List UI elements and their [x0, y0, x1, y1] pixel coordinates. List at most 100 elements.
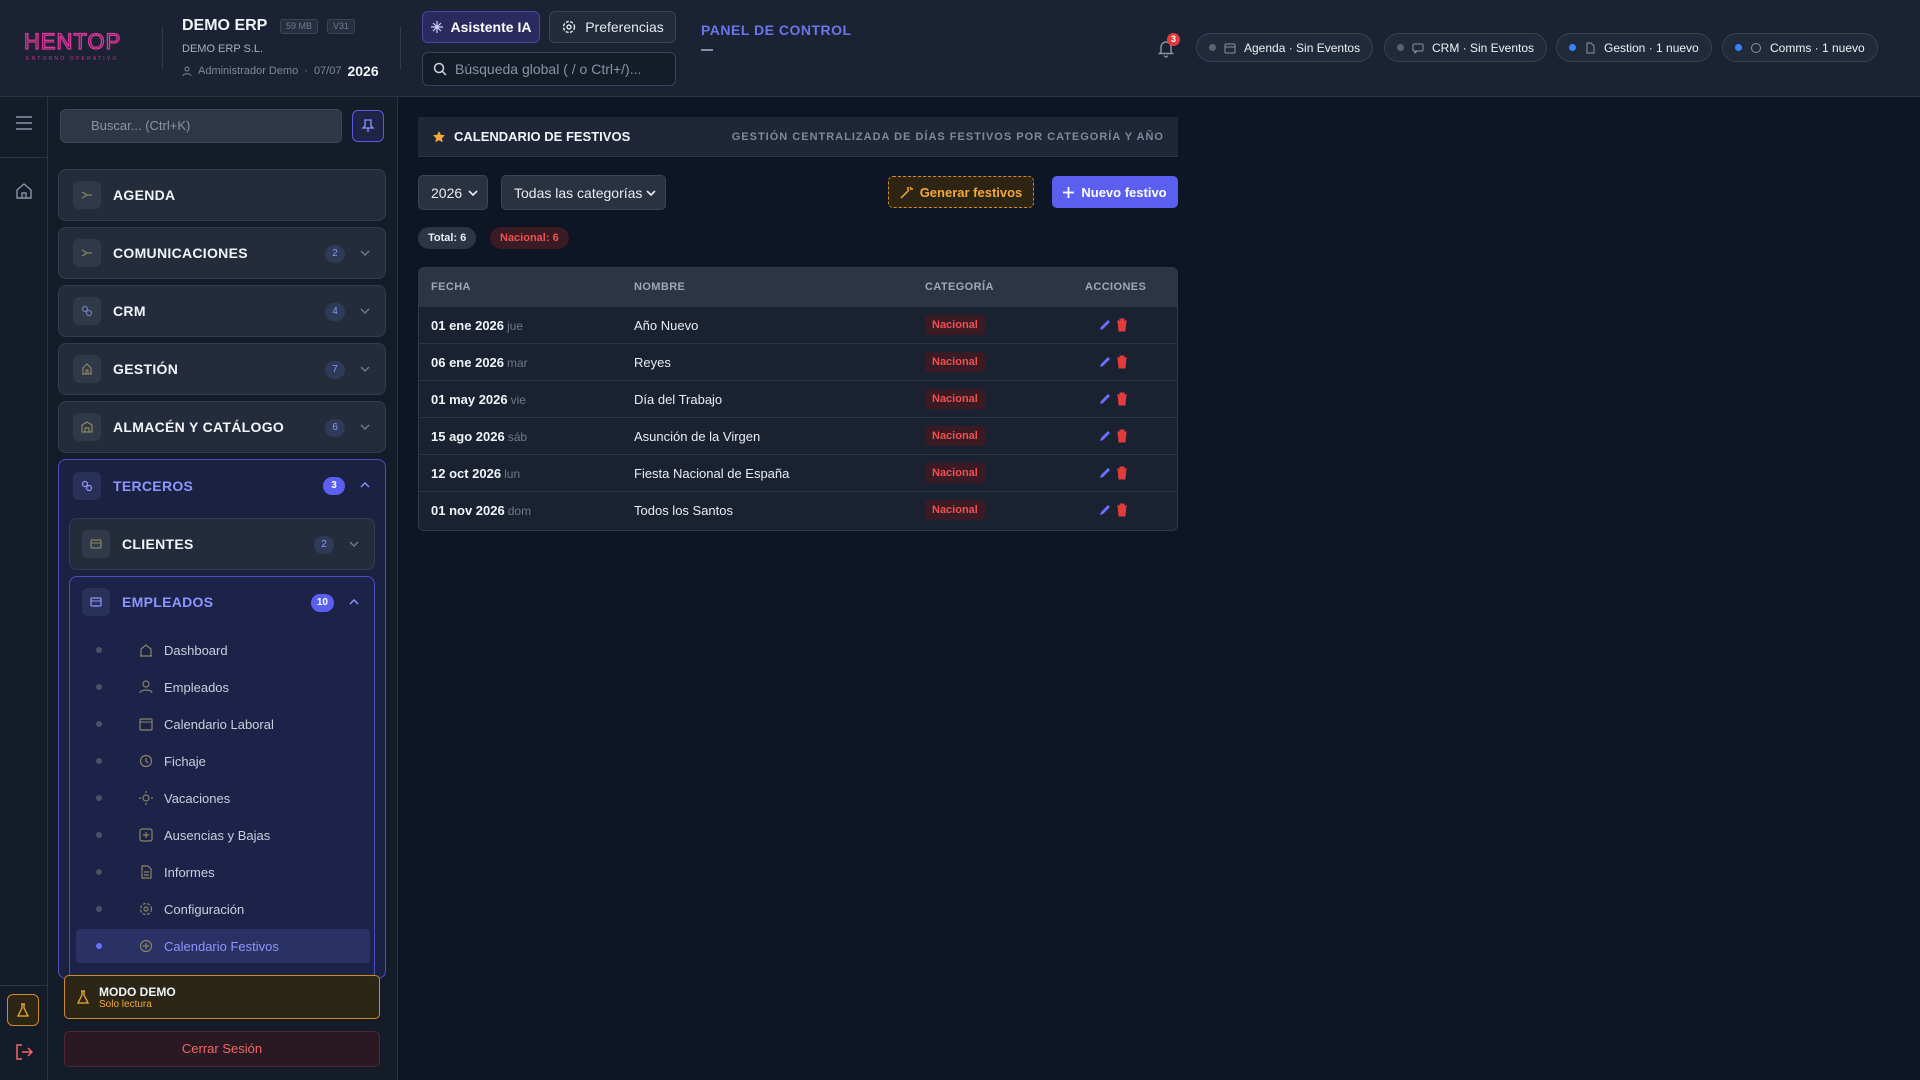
table-row[interactable]: 12 oct 2026 lun Fiesta Nacional de España…: [419, 454, 1177, 491]
current-date: 07/07: [313, 65, 342, 77]
category-select-value: Todas las categorías: [514, 184, 643, 201]
weekday: dom: [507, 504, 532, 518]
status-pill-label: CRM · Sin Eventos: [1432, 40, 1535, 55]
status-pill-crm[interactable]: CRM · Sin Eventos: [1384, 33, 1548, 62]
generate-holidays-button[interactable]: Generar festivos: [888, 176, 1034, 208]
hentop-logo[interactable]: HENTOP ENTORNO OPERATIVO: [22, 28, 142, 62]
sidebar-section-gestion[interactable]: GESTIÓN 7: [58, 343, 386, 395]
nav-item-configuracion[interactable]: Configuración: [76, 892, 370, 926]
demo-mode-button[interactable]: [7, 994, 39, 1026]
delete-icon[interactable]: [1115, 392, 1129, 406]
sidebar: Buscar... (Ctrl+K) AGENDA COMUNICACIONES…: [48, 97, 398, 1080]
sidebar-section-comunicaciones[interactable]: COMUNICACIONES 2: [58, 227, 386, 279]
edit-icon[interactable]: [1098, 429, 1112, 443]
table-header: FECHA NOMBRE CATEGORÍA ACCIONES: [419, 268, 1177, 306]
status-pill-agenda[interactable]: Agenda · Sin Eventos: [1196, 33, 1374, 62]
date-cell: 01 ene 2026 jue: [431, 318, 523, 333]
section-icon: [73, 181, 101, 209]
category-select[interactable]: Todas las categorías: [501, 175, 666, 210]
ai-assistant-label: Asistente IA: [450, 19, 532, 35]
chevron-down-icon: [646, 190, 656, 197]
edit-icon[interactable]: [1098, 466, 1112, 480]
separator-dot: ·: [304, 65, 308, 77]
nav-item-empleados[interactable]: Empleados: [76, 670, 370, 704]
chevron-up-icon: [360, 482, 370, 488]
settings-icon: [139, 902, 153, 916]
year-select[interactable]: 2026: [418, 175, 488, 210]
home-button[interactable]: [12, 179, 36, 203]
ai-assistant-button[interactable]: Asistente IA: [422, 11, 540, 43]
status-pill-label: Comms · 1 nuevo: [1770, 40, 1865, 55]
section-count: 10: [310, 594, 334, 612]
subsection-empleados: EMPLEADOS 10 Dashboard Empleados Calenda…: [69, 576, 375, 978]
search-icon: [433, 62, 447, 76]
bullet: [96, 832, 102, 838]
table-row[interactable]: 06 ene 2026 mar Reyes Nacional: [419, 343, 1177, 380]
table-row[interactable]: 01 ene 2026 jue Año Nuevo Nacional: [419, 306, 1177, 343]
table-row[interactable]: 15 ago 2026 sáb Asunción de la Virgen Nac…: [419, 417, 1177, 454]
delete-icon[interactable]: [1115, 466, 1129, 480]
section-count: 7: [325, 361, 345, 379]
nav-item-dashboard[interactable]: Dashboard: [76, 633, 370, 667]
column-header-actions: ACCIONES: [1085, 281, 1147, 293]
holiday-name: Año Nuevo: [634, 318, 699, 333]
report-icon: [141, 865, 152, 879]
section-label: ALMACÉN Y CATÁLOGO: [113, 419, 285, 435]
chevron-down-icon: [360, 366, 370, 372]
edit-icon[interactable]: [1098, 355, 1112, 369]
demo-subtitle: Solo lectura: [99, 998, 152, 1010]
hamburger-icon: [16, 116, 32, 130]
sidebar-search[interactable]: Buscar... (Ctrl+K): [60, 109, 342, 143]
nav-item-informes[interactable]: Informes: [76, 855, 370, 889]
star-icon: [433, 130, 445, 142]
status-pill-gestion[interactable]: Gestion · 1 nuevo: [1556, 33, 1712, 62]
pin-button[interactable]: [352, 110, 384, 142]
table-row[interactable]: 01 nov 2026 dom Todos los Santos Nacional: [419, 491, 1177, 528]
logout-button[interactable]: Cerrar Sesión: [64, 1031, 380, 1067]
nav-item-vacaciones[interactable]: Vacaciones: [76, 781, 370, 815]
size-chip: 59 MB: [280, 19, 319, 34]
column-header-category[interactable]: CATEGORÍA: [925, 281, 994, 293]
user-name: Administrador Demo: [198, 65, 299, 77]
table-row[interactable]: 01 may 2026 vie Día del Trabajo Nacional: [419, 380, 1177, 417]
empleados-header[interactable]: EMPLEADOS 10: [70, 577, 374, 627]
subsection-clientes[interactable]: CLIENTES 2: [69, 518, 375, 570]
column-header-date[interactable]: FECHA: [431, 281, 471, 293]
category-badge: Nacional: [925, 500, 985, 520]
total-count-pill: Total: 6: [418, 227, 477, 249]
edit-icon[interactable]: [1098, 318, 1112, 332]
global-search[interactable]: [422, 52, 676, 86]
rail-divider: [0, 985, 47, 986]
nav-item-label: Empleados: [164, 679, 230, 695]
plus-icon: [1063, 186, 1075, 198]
nav-item-ausencias[interactable]: Ausencias y Bajas: [76, 818, 370, 852]
new-holiday-button[interactable]: Nuevo festivo: [1052, 176, 1178, 208]
sidebar-section-almacen[interactable]: ALMACÉN Y CATÁLOGO 6: [58, 401, 386, 453]
preferences-button[interactable]: Preferencias: [549, 11, 676, 43]
status-dot: [1569, 44, 1576, 51]
nav-item-label: Fichaje: [164, 753, 206, 769]
section-count: 6: [325, 419, 345, 437]
edit-icon[interactable]: [1098, 392, 1112, 406]
panel-title[interactable]: PANEL DE CONTROL: [701, 22, 852, 38]
column-header-name[interactable]: NOMBRE: [634, 281, 685, 293]
medical-icon: [139, 828, 153, 842]
sun-icon: [139, 791, 153, 805]
nav-item-calendario-laboral[interactable]: Calendario Laboral: [76, 707, 370, 741]
delete-icon[interactable]: [1115, 503, 1129, 517]
sidebar-section-agenda[interactable]: AGENDA: [58, 169, 386, 221]
logout-rail-button[interactable]: [12, 1040, 36, 1064]
status-pill-comms[interactable]: Comms · 1 nuevo: [1722, 33, 1878, 62]
delete-icon[interactable]: [1115, 318, 1129, 332]
nav-item-calendario-festivos[interactable]: Calendario Festivos: [76, 929, 370, 963]
bullet: [96, 684, 102, 690]
global-search-input[interactable]: [455, 61, 665, 77]
nav-item-fichaje[interactable]: Fichaje: [76, 744, 370, 778]
terceros-header[interactable]: TERCEROS 3: [59, 460, 385, 512]
edit-icon[interactable]: [1098, 503, 1112, 517]
sidebar-section-crm[interactable]: CRM 4: [58, 285, 386, 337]
delete-icon[interactable]: [1115, 429, 1129, 443]
menu-toggle[interactable]: [12, 111, 36, 135]
date-value: 01 may 2026: [431, 392, 508, 407]
delete-icon[interactable]: [1115, 355, 1129, 369]
